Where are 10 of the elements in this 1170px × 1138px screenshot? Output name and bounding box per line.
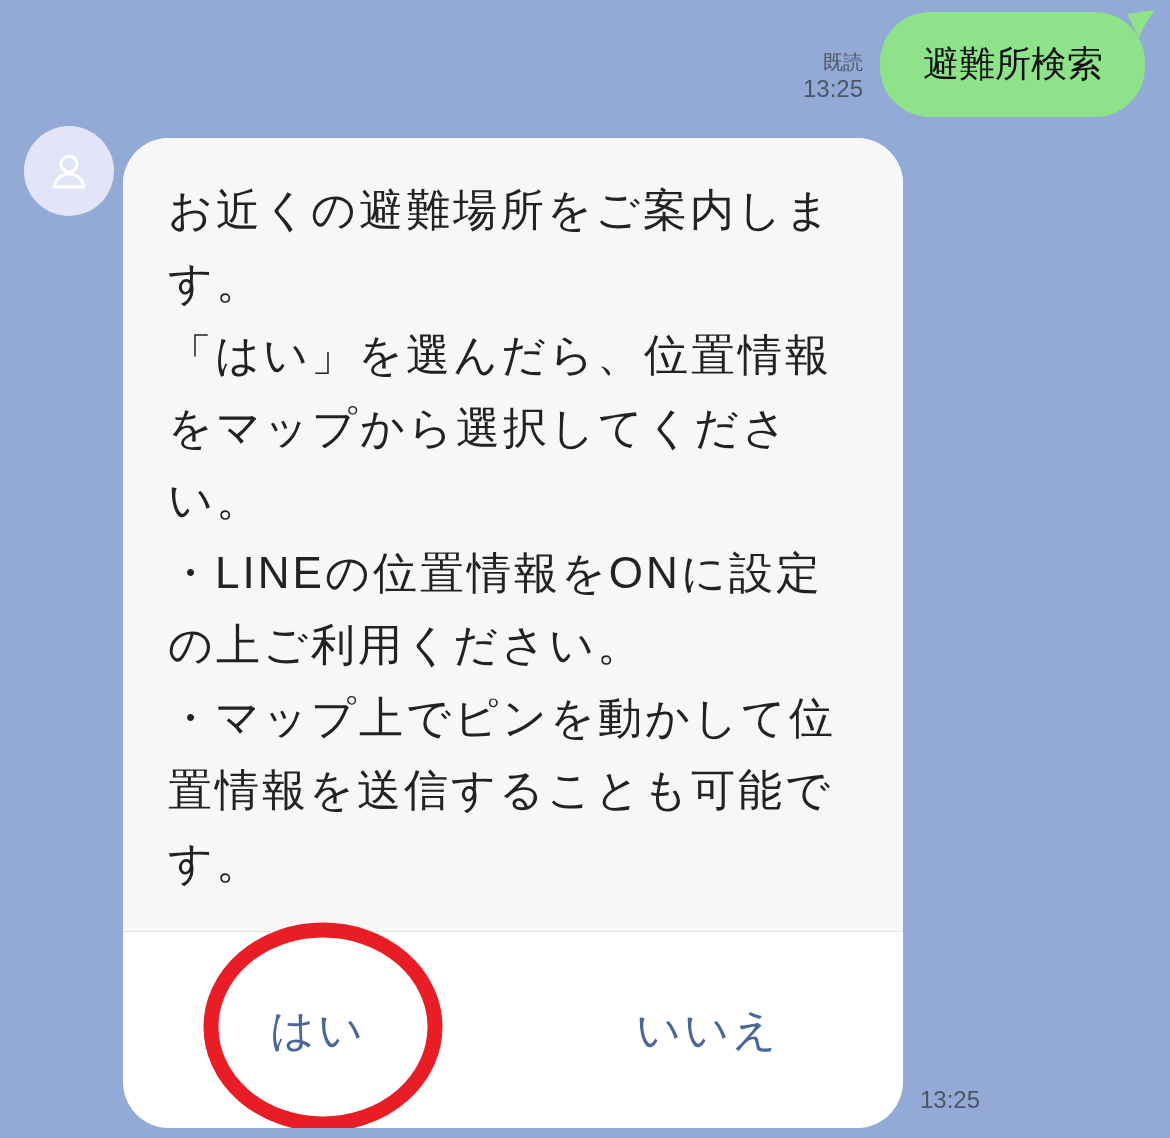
bubble-tail	[1127, 10, 1155, 38]
message-paragraph: ・マップ上でピンを動かして位置情報を送信することも可能です。	[168, 691, 837, 889]
reply-button[interactable]: いいえ	[513, 1000, 903, 1060]
message-paragraph: ・LINEの位置情報をONに設定の上ご利用ください。	[168, 546, 824, 671]
message-paragraph: お近くの避難場所をご案内します。	[168, 184, 834, 309]
timestamp: 13:25	[920, 1086, 981, 1114]
timestamp: 13:25	[802, 75, 863, 103]
reply-button[interactable]: はい	[123, 1000, 513, 1060]
message-paragraph: 「はい」を選んだら、位置情報をマップから選択してください。	[168, 329, 833, 526]
read-receipt: 既読	[823, 50, 863, 75]
